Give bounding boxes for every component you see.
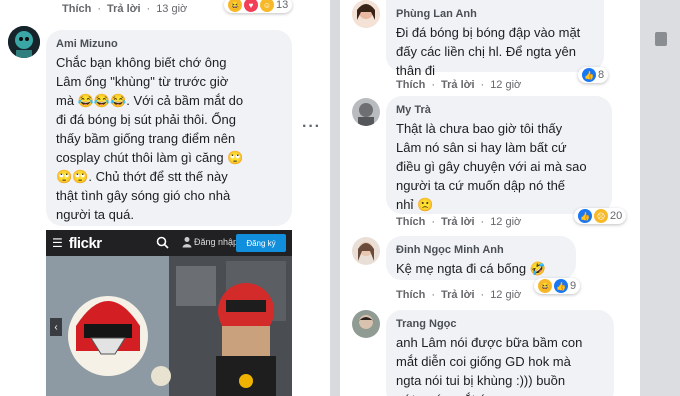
- comment-author[interactable]: Ami Mizuno: [56, 38, 282, 50]
- reactions-summary[interactable]: 👍 ☹ 20: [574, 208, 627, 224]
- scrollbar-thumb[interactable]: [655, 32, 667, 46]
- comment-author[interactable]: Đinh Ngọc Minh Anh: [396, 244, 566, 256]
- login-link: Đăng nhập: [194, 237, 239, 247]
- comment-text: Chắc bạn không biết chớ ông Lâm ổng "khù…: [56, 55, 244, 222]
- comment-text: Thật là chưa bao giờ tôi thấy Lâm nó sân…: [396, 121, 587, 212]
- reactions-summary[interactable]: 👍 8: [578, 67, 609, 83]
- menu-icon: ☰: [52, 236, 63, 250]
- reactions-summary[interactable]: 😆 ♥ ☺ 13: [224, 0, 293, 13]
- care-reaction-icon: ☺: [260, 0, 274, 12]
- avatar-image: [352, 0, 380, 28]
- more-options-icon[interactable]: ···: [302, 118, 321, 136]
- avatar[interactable]: [352, 98, 380, 126]
- haha-reaction-icon: 😆: [538, 279, 552, 293]
- avatar-image: [8, 26, 40, 58]
- reactions-summary[interactable]: 😆 👍 9: [534, 278, 581, 294]
- reaction-count: 9: [570, 280, 577, 292]
- like-reaction-icon: 👍: [554, 279, 568, 293]
- comment-author[interactable]: My Trà: [396, 104, 602, 116]
- comment-text: anh Lâm nói được bữa bầm con mắt diễn co…: [396, 335, 583, 396]
- comment-actions: Thích · Trả lời · 12 giờ: [396, 289, 522, 301]
- like-link[interactable]: Thích: [396, 79, 425, 91]
- comment-time: 12 giờ: [490, 79, 522, 91]
- user-icon: [182, 237, 192, 248]
- reaction-count: 20: [610, 210, 623, 222]
- signup-button: Đăng ký: [236, 234, 286, 252]
- search-icon: [156, 236, 169, 249]
- avatar-image: [352, 237, 380, 265]
- avatar-image: [352, 310, 380, 338]
- love-reaction-icon: ♥: [244, 0, 258, 12]
- comment-actions: Thích · Trả lời · 12 giờ: [396, 216, 522, 228]
- panel-divider: [330, 0, 340, 396]
- prev-arrow-icon[interactable]: ‹: [50, 318, 62, 336]
- reaction-count: 8: [598, 69, 605, 81]
- like-reaction-icon: 👍: [578, 209, 592, 223]
- comment-text: Kệ mẹ ngta đi cá bống 🤣: [396, 261, 546, 276]
- haha-reaction-icon: 😆: [228, 0, 242, 12]
- scroll-rail: [640, 0, 680, 396]
- comment-bubble: Phùng Lan Anh Đi đá bóng bị bóng đập vào…: [386, 0, 604, 78]
- reply-link[interactable]: Trả lời: [107, 3, 141, 15]
- top-comment-actions: Thích · Trả lời · 13 giờ: [62, 3, 188, 15]
- comment-bubble: Ami Mizuno Chắc bạn không biết chớ ông L…: [46, 30, 292, 226]
- avatar[interactable]: [352, 237, 380, 265]
- comment-time: 12 giờ: [490, 289, 522, 301]
- avatar-image: [352, 98, 380, 126]
- right-comment-panel: Phùng Lan Anh Đi đá bóng bị bóng đập vào…: [340, 0, 640, 396]
- like-link[interactable]: Thích: [62, 3, 91, 15]
- comment-bubble: My Trà Thật là chưa bao giờ tôi thấy Lâm…: [386, 96, 612, 214]
- reaction-count: 13: [276, 0, 289, 11]
- avatar[interactable]: [8, 26, 40, 58]
- reply-link[interactable]: Trả lời: [441, 289, 475, 301]
- like-link[interactable]: Thích: [396, 216, 425, 228]
- comment-text: Đi đá bóng bị bóng đập vào mặt đấy các l…: [396, 25, 581, 78]
- comment-time: 13 giờ: [156, 3, 188, 15]
- reply-link[interactable]: Trả lời: [441, 79, 475, 91]
- comment-author[interactable]: Trang Ngọc: [396, 318, 604, 330]
- comment-time: 12 giờ: [490, 216, 522, 228]
- like-link[interactable]: Thích: [396, 289, 425, 301]
- flickr-screenshot[interactable]: ☰ flickr Đăng nhập Đăng ký: [46, 230, 292, 396]
- screen: Thích · Trả lời · 13 giờ 😆 ♥ ☺ 13 Ami Mizu…: [0, 0, 680, 396]
- left-comment-panel: Thích · Trả lời · 13 giờ 😆 ♥ ☺ 13 Ami Mizu…: [0, 0, 330, 396]
- comment-author[interactable]: Phùng Lan Anh: [396, 8, 594, 20]
- avatar[interactable]: [352, 310, 380, 338]
- comment-bubble: Trang Ngọc anh Lâm nói được bữa bầm con …: [386, 310, 614, 396]
- photo-image: [46, 256, 292, 396]
- avatar[interactable]: [352, 0, 380, 28]
- comment-actions: Thích · Trả lời · 12 giờ: [396, 79, 522, 91]
- flickr-logo: flickr: [68, 234, 102, 252]
- sad-reaction-icon: ☹: [594, 209, 608, 223]
- reply-link[interactable]: Trả lời: [441, 216, 475, 228]
- comment-bubble: Đinh Ngọc Minh Anh Kệ mẹ ngta đi cá bống…: [386, 236, 576, 280]
- like-reaction-icon: 👍: [582, 68, 596, 82]
